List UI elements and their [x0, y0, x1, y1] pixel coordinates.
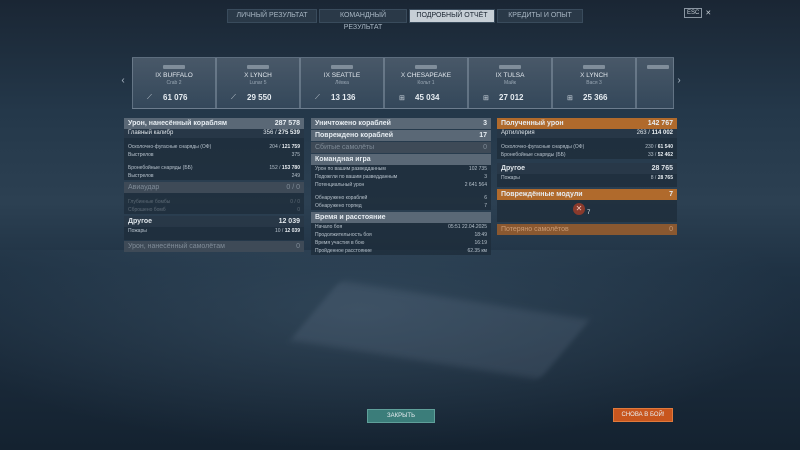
ship-damage: 13 136 — [331, 93, 356, 102]
damage-icon: ⟋ — [315, 94, 320, 101]
ship-tier: X — [244, 72, 249, 79]
damaged-modules-header: Повреждённые модули 7 — [497, 189, 677, 200]
tab-credits-xp[interactable]: КРЕДИТЫ И ОПЫТ — [497, 9, 583, 23]
player-name: Crab 2 — [166, 80, 182, 86]
ship-damage: 25 366 — [583, 93, 608, 102]
ship-damage: 61 076 — [163, 93, 188, 102]
steering-gear-icon[interactable]: ✕ — [573, 203, 585, 215]
player-name: Lunar 5 — [249, 80, 267, 86]
ship-silhouette-icon — [499, 65, 521, 69]
damage-received-panel: Полученный урон 142 767 Артиллерия 263 / … — [497, 118, 677, 235]
ships-damaged-row: Повреждено кораблей 17 — [311, 130, 491, 141]
ship-tier: IX — [155, 72, 162, 79]
damage-dealt-panel: Урон, нанесённый кораблям 287 578 Главный… — [124, 118, 304, 252]
carousel-left-arrow-icon[interactable]: ‹ — [118, 75, 128, 86]
time-distance-header: Время и расстояние — [311, 212, 491, 223]
ship-card[interactable]: IX TULSA Майк ⊞ 27 012 — [468, 57, 552, 109]
fires-row: Пожары 10 / 12 039 — [124, 227, 304, 235]
ship-damage: 27 012 — [499, 93, 524, 102]
planes-damage-header: Урон, нанесённый самолётам 0 — [124, 241, 304, 252]
ship-tier: IX — [495, 72, 502, 79]
ship-tier: IX — [323, 72, 330, 79]
other-damage-header: Другое 12 039 — [124, 216, 304, 227]
depth-dropped-row: Сброшено бомб 0 — [124, 206, 304, 214]
tab-personal-result[interactable]: ЛИЧНЫЙ РЕЗУЛЬТАТ — [227, 9, 317, 23]
ship-card[interactable]: X LYNCH Lunar 5 ⟋ 29 550 — [216, 57, 300, 109]
received-damage-header: Полученный урон 142 767 — [497, 118, 677, 129]
main-caliber-row: Главный калибр 356 / 275 539 — [124, 129, 304, 138]
he-shots-row: Выстрелов 375 — [124, 151, 304, 159]
ship-silhouette-icon — [647, 65, 669, 69]
received-he-row: Осколочно-фугасные снаряды (ОФ) 230 / 61… — [497, 143, 677, 151]
damage-dealt-header: Урон, нанесённый кораблям 287 578 — [124, 118, 304, 129]
module-damage-count: 7 — [587, 210, 591, 216]
planes-shot-row: Сбитые самолёты 0 — [311, 142, 491, 153]
ship-silhouette-icon — [583, 65, 605, 69]
team-play-header: Командная игра — [311, 154, 491, 165]
damaged-modules-area: ✕ 7 — [497, 200, 677, 222]
aviation-header: Авиаудар 0 / 0 — [124, 182, 304, 193]
damage-icon: ⊞ — [483, 95, 489, 102]
tab-bar: ЛИЧНЫЙ РЕЗУЛЬТАТ КОМАНДНЫЙ РЕЗУЛЬТАТ ПОД… — [227, 9, 583, 31]
damage-icon: ⊞ — [399, 95, 405, 102]
ship-card[interactable]: X CHESAPEAKE Кольт 1 ⊞ 45 034 — [384, 57, 468, 109]
damage-icon: ⟋ — [147, 94, 152, 101]
potential-damage-row: Потенциальный урон 2 641 564 — [311, 181, 491, 189]
ship-name: SEATTLE — [331, 72, 361, 79]
received-other-header: Другое 28 765 — [497, 163, 677, 174]
ship-card-partial[interactable] — [636, 57, 674, 109]
ship-name: LYNCH — [586, 72, 608, 79]
ships-destroyed-row: Уничтожено кораблей 3 — [311, 118, 491, 129]
ship-name: LYNCH — [250, 72, 272, 79]
battle-again-button[interactable]: СНОВА В БОЙ! — [613, 408, 673, 422]
tab-team-result[interactable]: КОМАНДНЫЙ РЕЗУЛЬТАТ — [319, 9, 407, 31]
ap-shots-row: Выстрелов 249 — [124, 172, 304, 180]
ship-damage: 45 034 — [415, 93, 440, 102]
ship-card[interactable]: X LYNCH Вася 3 ⊞ 25 366 — [552, 57, 636, 109]
ap-shells-row: Бронебойные снаряды (ББ) 152 / 153 780 — [124, 164, 304, 172]
ships-spotted-row: Обнаружено кораблей 6 — [311, 194, 491, 202]
close-button[interactable]: ЗАКРЫТЬ — [367, 409, 435, 423]
ship-card[interactable]: IX BUFFALO Crab 2 ⟋ 61 076 — [132, 57, 216, 109]
ship-silhouette-icon — [163, 65, 185, 69]
he-shells-row: Осколочно-фугасные снаряды (ОФ) 204 / 12… — [124, 143, 304, 151]
damage-icon: ⟋ — [231, 94, 236, 101]
player-name: Лёвка — [335, 80, 349, 86]
spotting-fires-row: Подожгли по вашим разведданным 3 — [311, 173, 491, 181]
received-ap-row: Бронебойные снаряды (ББ) 33 / 52 462 — [497, 151, 677, 159]
tab-detailed-report[interactable]: ПОДРОБНЫЙ ОТЧЁТ — [409, 9, 495, 23]
distance-row: Пройденное расстояние 62.35 км — [311, 247, 491, 255]
close-control[interactable]: ESC ✕ — [684, 8, 711, 18]
received-fires-row: Пожары 8 / 28 765 — [497, 174, 677, 182]
player-name: Вася 3 — [586, 80, 602, 86]
battle-start-row: Начало боя 05:51 22.04.2025 — [311, 223, 491, 231]
damage-icon: ⊞ — [567, 95, 573, 102]
planes-lost-row: Потеряно самолётов 0 — [497, 224, 677, 235]
ship-card[interactable]: IX SEATTLE Лёвка ⟋ 13 136 — [300, 57, 384, 109]
battle-duration-row: Продолжительность боя 18:49 — [311, 231, 491, 239]
player-name: Майк — [504, 80, 516, 86]
torpedoes-spotted-row: Обнаружено торпед 7 — [311, 202, 491, 210]
participation-time-row: Время участия в бою 16:19 — [311, 239, 491, 247]
depth-charges-row: Глубинные бомбы 0 / 0 — [124, 198, 304, 206]
ship-silhouette-icon — [247, 65, 269, 69]
ship-tier: X — [400, 72, 406, 79]
close-icon[interactable]: ✕ — [705, 9, 711, 17]
carousel-right-arrow-icon[interactable]: › — [674, 75, 684, 86]
esc-key-badge: ESC — [684, 8, 703, 18]
ship-damage: 29 550 — [247, 93, 272, 102]
artillery-row: Артиллерия 263 / 114 002 — [497, 129, 677, 138]
ship-name: BUFFALO — [163, 72, 193, 79]
ship-silhouette-icon — [331, 65, 353, 69]
ship-name: TULSA — [503, 72, 525, 79]
spotting-damage-row: Урон по вашим разведданным 102 735 — [311, 165, 491, 173]
ship-name: CHESAPEAKE — [407, 72, 452, 79]
ship-silhouette-icon — [415, 65, 437, 69]
ship-tier: X — [580, 72, 585, 79]
combat-stats-panel: Уничтожено кораблей 3 Повреждено кораблей… — [311, 118, 491, 255]
ship-carousel: ‹ IX BUFFALO Crab 2 ⟋ 61 076 X LYNCH Lun… — [118, 57, 688, 109]
player-name: Кольт 1 — [417, 80, 435, 86]
